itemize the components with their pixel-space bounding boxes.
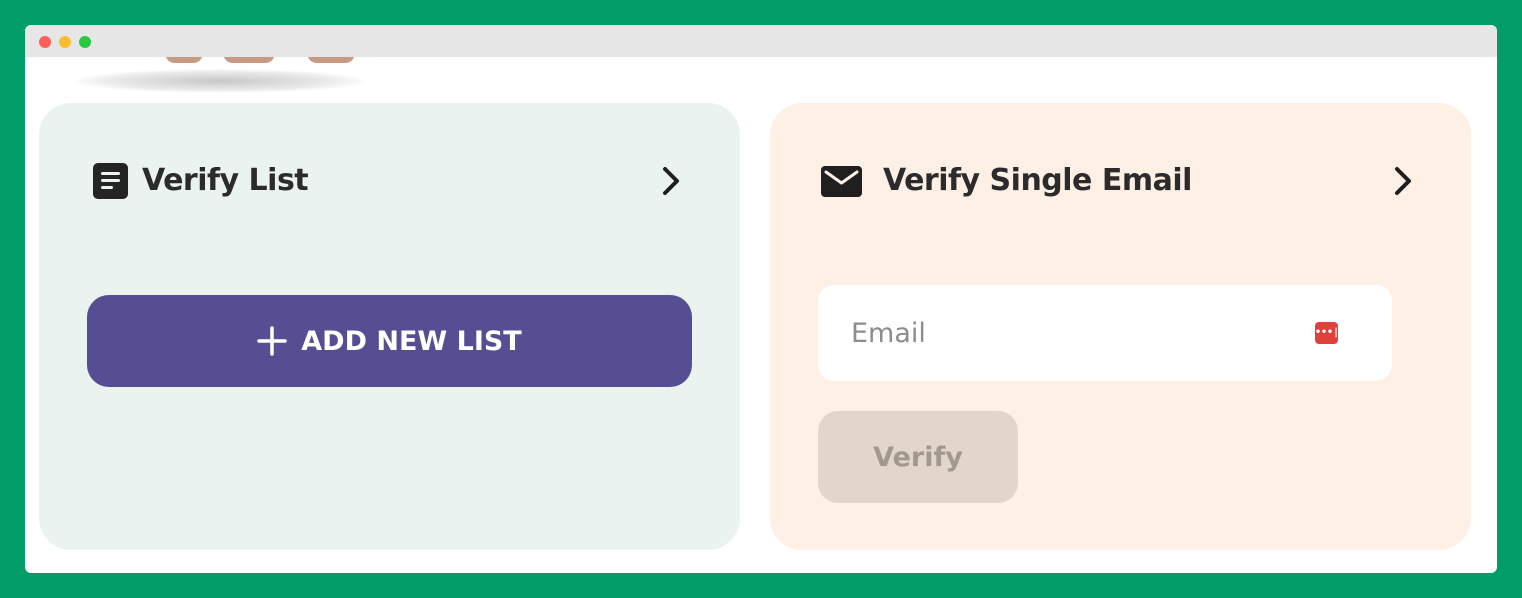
verify-list-card: Verify List ADD NEW LIST: [39, 103, 740, 550]
verify-button[interactable]: Verify: [818, 411, 1018, 503]
verify-button-label: Verify: [873, 441, 963, 473]
maximize-window-button[interactable]: [79, 36, 91, 48]
verify-single-email-card: Verify Single Email •••| Verify: [770, 103, 1471, 550]
hero-illustration: [75, 57, 365, 99]
verify-list-title: Verify List: [142, 163, 309, 198]
list-document-icon: [93, 163, 128, 199]
email-input[interactable]: [818, 285, 1392, 381]
close-window-button[interactable]: [39, 36, 51, 48]
email-field[interactable]: •••|: [818, 285, 1392, 381]
plus-icon: [257, 326, 288, 356]
minimize-window-button[interactable]: [59, 36, 71, 48]
add-new-list-label: ADD NEW LIST: [301, 325, 522, 357]
add-new-list-button[interactable]: ADD NEW LIST: [87, 295, 692, 387]
envelope-icon: [821, 166, 862, 197]
verify-single-email-title: Verify Single Email: [883, 163, 1192, 198]
chevron-right-icon[interactable]: [658, 165, 684, 197]
chevron-right-icon[interactable]: [1390, 165, 1416, 197]
browser-window: Verify List ADD NEW LIST Verify Single E…: [25, 25, 1497, 573]
password-manager-icon[interactable]: •••|: [1315, 322, 1339, 344]
window-titlebar: [25, 25, 1497, 57]
